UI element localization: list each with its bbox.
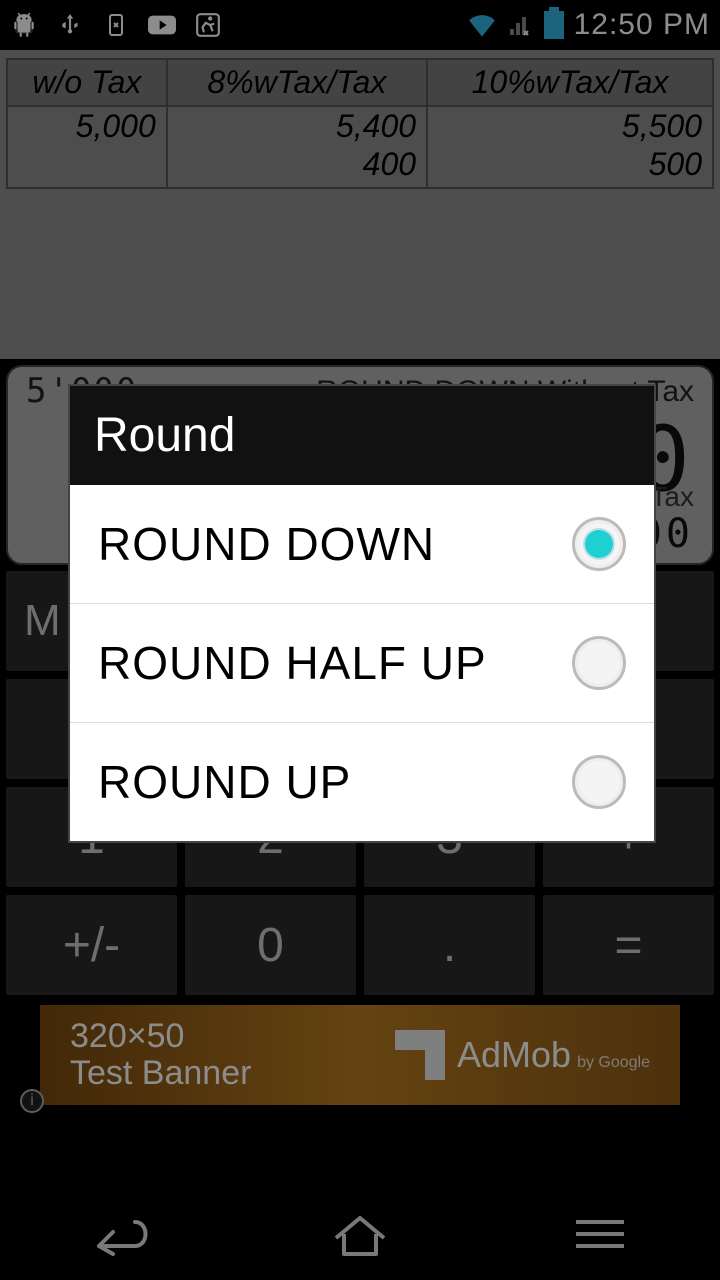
dialog-title: Round (70, 386, 654, 485)
round-dialog: Round ROUND DOWN ROUND HALF UP ROUND UP (68, 384, 656, 843)
option-label: ROUND DOWN (98, 517, 435, 571)
option-round-up[interactable]: ROUND UP (70, 722, 654, 841)
radio-icon (572, 755, 626, 809)
option-round-down[interactable]: ROUND DOWN (70, 485, 654, 603)
option-label: ROUND HALF UP (98, 636, 487, 690)
radio-icon (572, 636, 626, 690)
option-round-half-up[interactable]: ROUND HALF UP (70, 603, 654, 722)
radio-icon (572, 517, 626, 571)
option-label: ROUND UP (98, 755, 351, 809)
